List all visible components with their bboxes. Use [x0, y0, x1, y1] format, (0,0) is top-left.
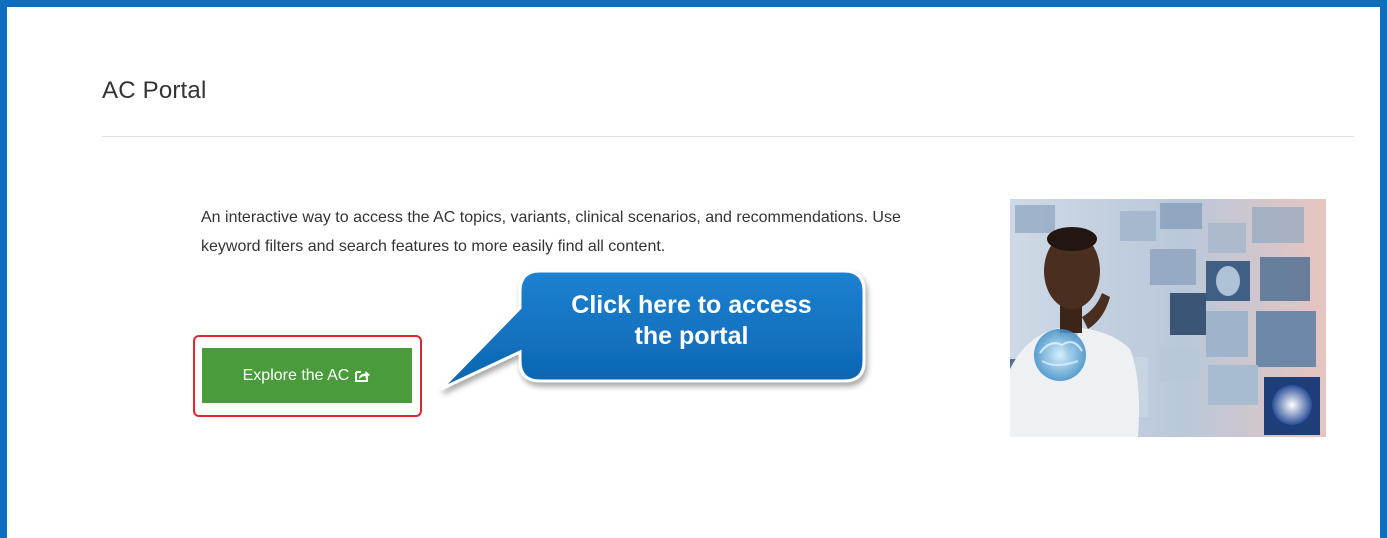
hero-image — [1010, 199, 1326, 437]
callout-text: Click here to access the portal — [520, 290, 863, 352]
callout-line-2: the portal — [634, 322, 749, 350]
callout-line-1: Click here to access — [571, 291, 812, 319]
